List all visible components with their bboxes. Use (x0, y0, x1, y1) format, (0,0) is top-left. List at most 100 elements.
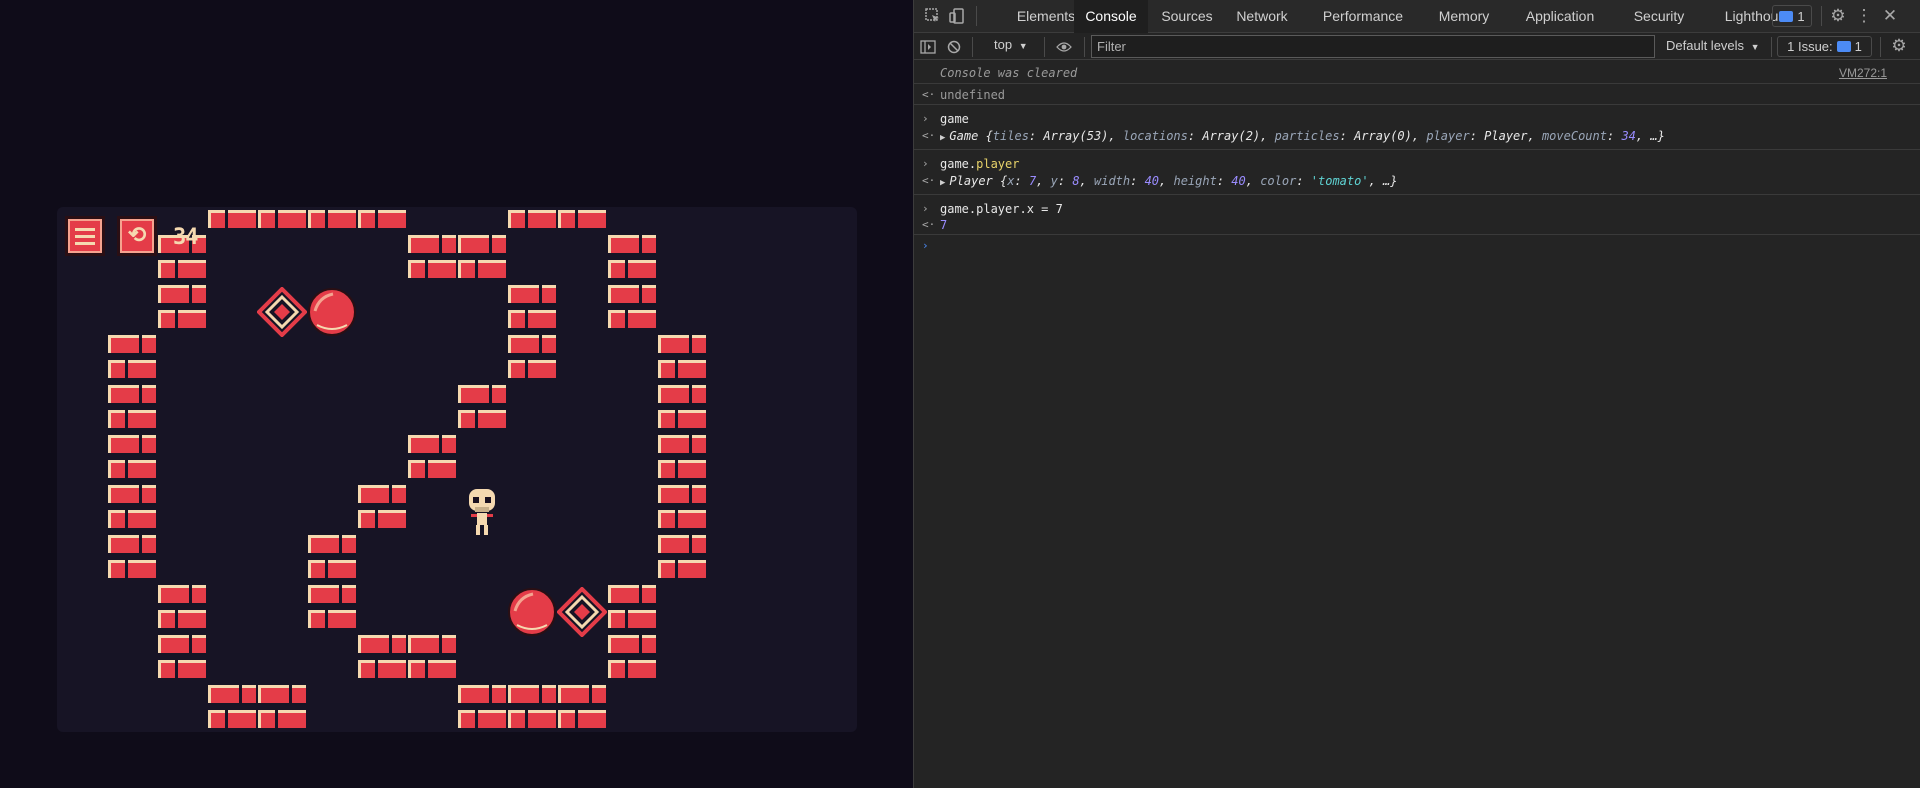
divider (972, 37, 973, 57)
brick-wall-tile (507, 282, 557, 332)
brick-wall-tile (507, 332, 557, 382)
brick-wall-tile (207, 682, 257, 732)
issues-button[interactable]: 1 Issue: 1 (1777, 36, 1872, 57)
game-pane: ⟲ 34 (0, 0, 913, 788)
prompt-chevron-icon: › (922, 202, 929, 215)
brick-wall-tile (307, 532, 357, 582)
tab-sources[interactable]: Sources (1151, 0, 1223, 33)
divider (1821, 6, 1822, 26)
devtools-tabbar: Elements Console Sources Network Performance… (914, 0, 1920, 33)
prompt-chevron-icon: › (922, 112, 929, 125)
tab-console[interactable]: Console (1074, 0, 1148, 33)
console-result[interactable]: <· ▶ Player {x: 7, y: 8, width: 40, heigh… (914, 172, 1920, 195)
hamburger-icon (75, 227, 95, 245)
messages-badge[interactable]: 1 (1772, 5, 1812, 27)
brick-wall-tile (107, 532, 157, 582)
more-options-icon[interactable]: ⋮ (1854, 6, 1874, 26)
dropdown-arrow-icon: ▼ (1750, 42, 1760, 52)
brick-wall-tile (407, 232, 457, 282)
inspect-element-icon[interactable] (923, 6, 943, 26)
console-settings-gear-icon[interactable]: ⚙ (1889, 36, 1909, 56)
brick-wall-tile (207, 207, 257, 232)
menu-button[interactable] (65, 216, 105, 256)
brick-wall-tile (507, 682, 557, 732)
clear-console-icon[interactable] (944, 37, 964, 57)
brick-wall-tile (457, 382, 507, 432)
brick-wall-tile (457, 232, 507, 282)
divider (1084, 37, 1085, 57)
property-value: 40 (1144, 174, 1160, 188)
brick-wall-tile (357, 482, 407, 532)
property-key: moveCount (1541, 129, 1607, 143)
brick-wall-tile (507, 207, 557, 232)
message-icon (1779, 10, 1794, 22)
ball-block (307, 287, 357, 337)
log-levels-dropdown[interactable]: Default levels ▼ (1666, 38, 1760, 53)
property-value: Array(0) (1354, 129, 1412, 143)
result-arrow-icon: <· (922, 129, 936, 142)
devtools-panel: Elements Console Sources Network Performance… (913, 0, 1920, 788)
brick-wall-tile (157, 282, 207, 332)
brick-wall-tile (557, 207, 607, 232)
player-skull-icon (457, 487, 507, 537)
source-link[interactable]: VM272:1 (1839, 65, 1887, 81)
console-prompt[interactable]: › (914, 235, 1920, 257)
move-counter: 34 (173, 225, 198, 250)
console-message: Console was cleared VM272:1 (914, 61, 1920, 84)
property-key: player (1426, 129, 1470, 143)
tab-network[interactable]: Network (1225, 0, 1299, 33)
brick-wall-tile (157, 632, 207, 682)
brick-wall-tile (307, 582, 357, 632)
brick-wall-tile (357, 207, 407, 232)
device-toolbar-icon[interactable] (947, 6, 967, 26)
issue-icon (1836, 41, 1851, 52)
brick-wall-tile (557, 682, 607, 732)
game-canvas[interactable]: ⟲ 34 (57, 207, 857, 732)
prompt-chevron-icon: › (922, 157, 929, 170)
result-arrow-icon: <· (922, 88, 936, 101)
undo-button[interactable]: ⟲ (117, 216, 157, 256)
object-preview: tiles: Array(53), locations: Array(2), p… (992, 129, 1636, 143)
property-key: particles (1274, 129, 1340, 143)
property-value: 'tomato' (1310, 174, 1369, 188)
settings-gear-icon[interactable]: ⚙ (1828, 6, 1848, 26)
console-result[interactable]: <· ▶ Game {tiles: Array(53), locations: A… (914, 127, 1920, 150)
brick-wall-tile (657, 382, 707, 432)
dropdown-arrow-icon: ▼ (1018, 41, 1028, 51)
brick-wall-tile (307, 207, 357, 232)
context-select[interactable]: top ▼ (994, 37, 1028, 52)
property-value: 40 (1231, 174, 1246, 188)
console-output: Console was cleared VM272:1 <· undefined… (914, 61, 1920, 788)
divider (976, 6, 977, 26)
eye-icon[interactable] (1054, 37, 1074, 57)
divider (1044, 37, 1045, 57)
property-key: width (1094, 174, 1131, 188)
brick-wall-tile (657, 332, 707, 382)
brick-wall-tile (457, 682, 507, 732)
tab-performance[interactable]: Performance (1302, 0, 1424, 33)
property-value: Player (1484, 129, 1528, 143)
property-key: y (1050, 174, 1058, 188)
object-preview: x: 7, y: 8, width: 40, height: 40, color… (1007, 174, 1369, 188)
ball-block (507, 587, 557, 637)
brick-wall-tile (657, 532, 707, 582)
expand-triangle-icon[interactable]: ▶ (940, 130, 945, 146)
property-value: Array(53) (1043, 129, 1109, 143)
tab-security[interactable]: Security (1619, 0, 1699, 33)
close-icon[interactable]: ✕ (1880, 6, 1900, 26)
brick-wall-tile (257, 207, 307, 232)
tab-memory[interactable]: Memory (1427, 0, 1501, 33)
target-marker (256, 286, 308, 338)
result-arrow-icon: <· (922, 174, 936, 187)
filter-input[interactable] (1091, 35, 1655, 58)
sidebar-toggle-icon[interactable] (918, 37, 938, 57)
console-command: › game (922, 112, 969, 126)
expand-triangle-icon[interactable]: ▶ (940, 175, 945, 191)
console-toolbar: top ▼ Default levels ▼ 1 Issue: 1 ⚙ (914, 33, 1920, 60)
brick-wall-tile (607, 632, 657, 682)
property-value: 34 (1621, 129, 1636, 143)
console-result: <· 7 (914, 217, 1920, 235)
console-result: <· undefined (914, 84, 1920, 105)
brick-wall-tile (107, 432, 157, 482)
tab-application[interactable]: Application (1505, 0, 1615, 33)
